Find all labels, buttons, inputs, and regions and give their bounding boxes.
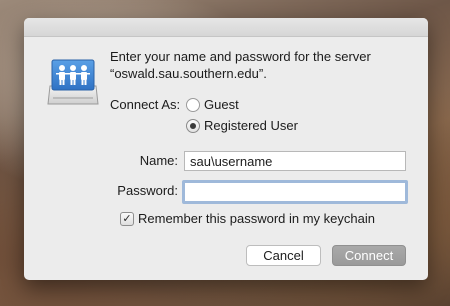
name-field[interactable] <box>184 151 406 171</box>
registered-user-radio[interactable] <box>186 119 200 133</box>
prompt-text: Enter your name and password for the ser… <box>110 48 410 82</box>
registered-user-radio-label[interactable]: Registered User <box>204 118 298 133</box>
prompt-line-2: “oswald.sau.southern.edu”. <box>110 66 267 81</box>
prompt-line-1: Enter your name and password for the ser… <box>110 49 371 64</box>
remember-checkbox[interactable]: ✓ <box>120 212 134 226</box>
connect-as-label: Connect As: <box>110 97 181 112</box>
server-users-icon <box>46 56 100 110</box>
dialog-titlebar <box>24 18 428 37</box>
remember-label[interactable]: Remember this password in my keychain <box>138 211 375 226</box>
checkmark-icon: ✓ <box>122 213 132 225</box>
guest-radio[interactable] <box>186 98 200 112</box>
cancel-button[interactable]: Cancel <box>246 245 321 266</box>
name-label: Name: <box>139 153 178 168</box>
connect-dialog: Enter your name and password for the ser… <box>24 18 428 280</box>
guest-radio-label[interactable]: Guest <box>204 97 239 112</box>
password-label: Password: <box>117 183 178 198</box>
password-field[interactable] <box>182 180 408 204</box>
connect-button[interactable]: Connect <box>332 245 406 266</box>
radio-selected-dot <box>190 123 196 129</box>
